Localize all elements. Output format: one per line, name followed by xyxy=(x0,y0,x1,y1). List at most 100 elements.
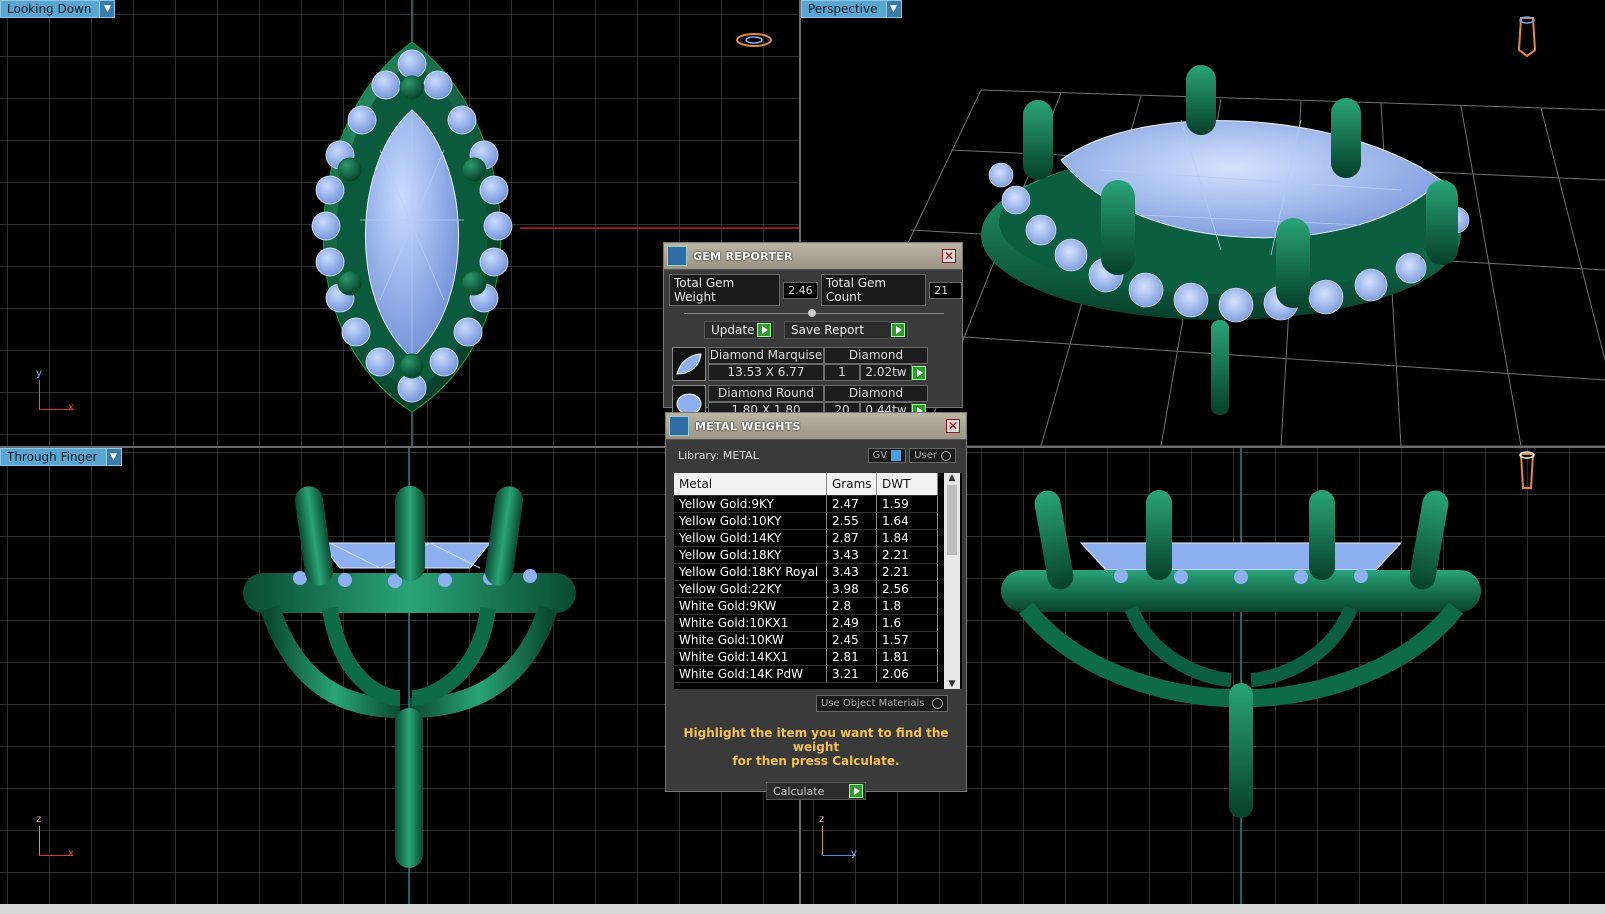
table-row[interactable]: Yellow Gold:9KY 2.47 1.59 xyxy=(674,495,938,513)
cell-metal: White Gold:14KX1 xyxy=(674,648,827,666)
chevron-down-icon[interactable]: ▼ xyxy=(99,1,115,17)
axis-label-a: z xyxy=(819,814,825,825)
cell-dwt: 1.6 xyxy=(876,614,938,632)
gem-name: Diamond Round xyxy=(708,385,824,402)
viewport-label-through-finger[interactable]: Through Finger ▼ xyxy=(0,448,122,466)
table-row[interactable]: Yellow Gold:18KY 3.43 2.21 xyxy=(674,546,938,564)
metal-weights-titlebar[interactable]: METAL WEIGHTS ✕ xyxy=(666,413,966,440)
table-row[interactable]: White Gold:14KX1 2.81 1.81 xyxy=(674,648,938,666)
play-icon xyxy=(849,784,863,798)
gem-material: Diamond xyxy=(824,347,928,364)
gem-reporter-panel: GEM REPORTER ✕ Total Gem Weight 2.46 Tot… xyxy=(663,242,963,419)
cell-grams: 3.43 xyxy=(826,563,877,581)
cell-grams: 3.21 xyxy=(826,665,877,683)
panel-title: GEM REPORTER xyxy=(693,249,793,263)
chevron-down-icon[interactable]: ▼ xyxy=(885,1,901,17)
cell-dwt: 1.59 xyxy=(876,495,938,513)
table-row[interactable]: White Gold:10KW 2.45 1.57 xyxy=(674,631,938,649)
cell-dwt: 2.06 xyxy=(876,665,938,683)
axis-indicator: z y xyxy=(817,814,857,859)
gem-row[interactable]: Diamond Marquise Diamond 13.53 X 6.77 1 … xyxy=(672,347,962,381)
gem-reporter-titlebar[interactable]: GEM REPORTER ✕ xyxy=(664,243,962,270)
cell-dwt: 1.57 xyxy=(876,631,938,649)
cell-grams: 2.8 xyxy=(826,597,877,615)
axis-indicator: y x xyxy=(34,368,74,413)
instruction-text: Highlight the item you want to find the … xyxy=(683,726,949,768)
cell-metal: White Gold:10KW xyxy=(674,631,827,649)
use-object-materials-toggle[interactable]: Use Object Materials xyxy=(816,695,949,712)
metal-table: Metal Grams DWT Yellow Gold:9KY 2.47 1.59 Y… xyxy=(674,473,938,683)
metal-table-container[interactable]: Metal Grams DWT Yellow Gold:9KY 2.47 1.59 Y… xyxy=(674,473,962,689)
column-header[interactable]: Grams xyxy=(826,473,877,496)
cell-metal: White Gold:10KX1 xyxy=(674,614,827,632)
play-icon[interactable] xyxy=(912,365,926,380)
cell-metal: Yellow Gold:9KY xyxy=(674,495,827,513)
cell-dwt: 1.8 xyxy=(876,597,938,615)
table-row[interactable]: Yellow Gold:14KY 2.87 1.84 xyxy=(674,529,938,547)
axis-indicator: z x xyxy=(34,814,74,859)
table-row[interactable]: Yellow Gold:10KY 2.55 1.64 xyxy=(674,512,938,530)
vertical-scrollbar[interactable]: ▲ ▼ xyxy=(944,473,960,689)
play-icon xyxy=(891,323,905,337)
radio-icon xyxy=(932,698,944,709)
radio-icon xyxy=(941,450,951,461)
cell-metal: White Gold:9KW xyxy=(674,597,827,615)
axis-label-b: x xyxy=(68,402,74,413)
cell-dwt: 1.84 xyxy=(876,529,938,547)
ring-orientation-icon xyxy=(1517,16,1537,58)
column-header[interactable]: DWT xyxy=(876,473,938,496)
user-toggle[interactable]: User xyxy=(909,448,956,463)
scroll-down-icon[interactable]: ▼ xyxy=(944,679,960,689)
save-report-button[interactable]: Save Report xyxy=(784,321,908,339)
axis-label-a: y xyxy=(36,368,42,379)
cell-dwt: 2.56 xyxy=(876,580,938,598)
cell-dwt: 2.21 xyxy=(876,563,938,581)
cell-dwt: 1.64 xyxy=(876,512,938,530)
cell-dwt: 2.21 xyxy=(876,546,938,564)
axis-label-b: y xyxy=(851,848,857,859)
chevron-down-icon[interactable]: ▼ xyxy=(105,449,121,465)
cell-metal: Yellow Gold:22KY xyxy=(674,580,827,598)
column-header[interactable]: Metal xyxy=(674,473,827,496)
gem-count: 1 xyxy=(824,364,860,381)
cell-grams: 2.55 xyxy=(826,512,877,530)
splitter-handle[interactable] xyxy=(684,309,944,317)
play-icon xyxy=(757,323,771,337)
close-icon[interactable]: ✕ xyxy=(946,419,960,433)
table-row[interactable]: White Gold:10KX1 2.49 1.6 xyxy=(674,614,938,632)
gv-indicator xyxy=(891,450,902,461)
scroll-up-icon[interactable]: ▲ xyxy=(944,473,960,483)
marquise-gem-icon xyxy=(672,347,706,381)
table-header: Metal Grams DWT xyxy=(674,473,938,496)
gem-reporter-icon xyxy=(667,246,687,266)
update-button[interactable]: Update xyxy=(704,321,774,339)
status-bar xyxy=(0,904,1605,914)
total-gem-count-label: Total Gem Count xyxy=(820,274,927,306)
scroll-thumb[interactable] xyxy=(947,485,957,555)
viewport-label-looking-down[interactable]: Looking Down ▼ xyxy=(0,0,116,18)
table-row[interactable]: Yellow Gold:18KY Royal 3.43 2.21 xyxy=(674,563,938,581)
axis-label-a: z xyxy=(36,814,42,825)
cell-grams: 2.49 xyxy=(826,614,877,632)
metal-weights-icon xyxy=(669,416,689,436)
table-row[interactable]: Yellow Gold:22KY 3.98 2.56 xyxy=(674,580,938,598)
viewport-label-perspective[interactable]: Perspective ▼ xyxy=(801,0,902,18)
cell-dwt: 1.81 xyxy=(876,648,938,666)
table-row[interactable]: White Gold:14K PdW 3.21 2.06 xyxy=(674,665,938,683)
cell-grams: 2.47 xyxy=(826,495,877,513)
gem-material: Diamond xyxy=(824,385,928,402)
close-icon[interactable]: ✕ xyxy=(942,249,956,263)
calculate-button[interactable]: Calculate xyxy=(766,782,866,800)
cell-grams: 3.98 xyxy=(826,580,877,598)
gem-size: 13.53 X 6.77 xyxy=(708,364,824,381)
library-label: Library: METAL xyxy=(678,449,759,462)
metal-weights-panel: METAL WEIGHTS ✕ Library: METAL GV User M… xyxy=(665,412,967,800)
axis-label-b: x xyxy=(68,848,74,859)
gem-weight: 2.02tw xyxy=(860,364,912,381)
cell-metal: White Gold:14K PdW xyxy=(674,665,827,683)
cell-metal: Yellow Gold:18KY Royal xyxy=(674,563,827,581)
gv-toggle[interactable]: GV xyxy=(867,448,907,463)
cell-metal: Yellow Gold:14KY xyxy=(674,529,827,547)
table-row[interactable]: White Gold:9KW 2.8 1.8 xyxy=(674,597,938,615)
panel-title: METAL WEIGHTS xyxy=(695,419,801,433)
